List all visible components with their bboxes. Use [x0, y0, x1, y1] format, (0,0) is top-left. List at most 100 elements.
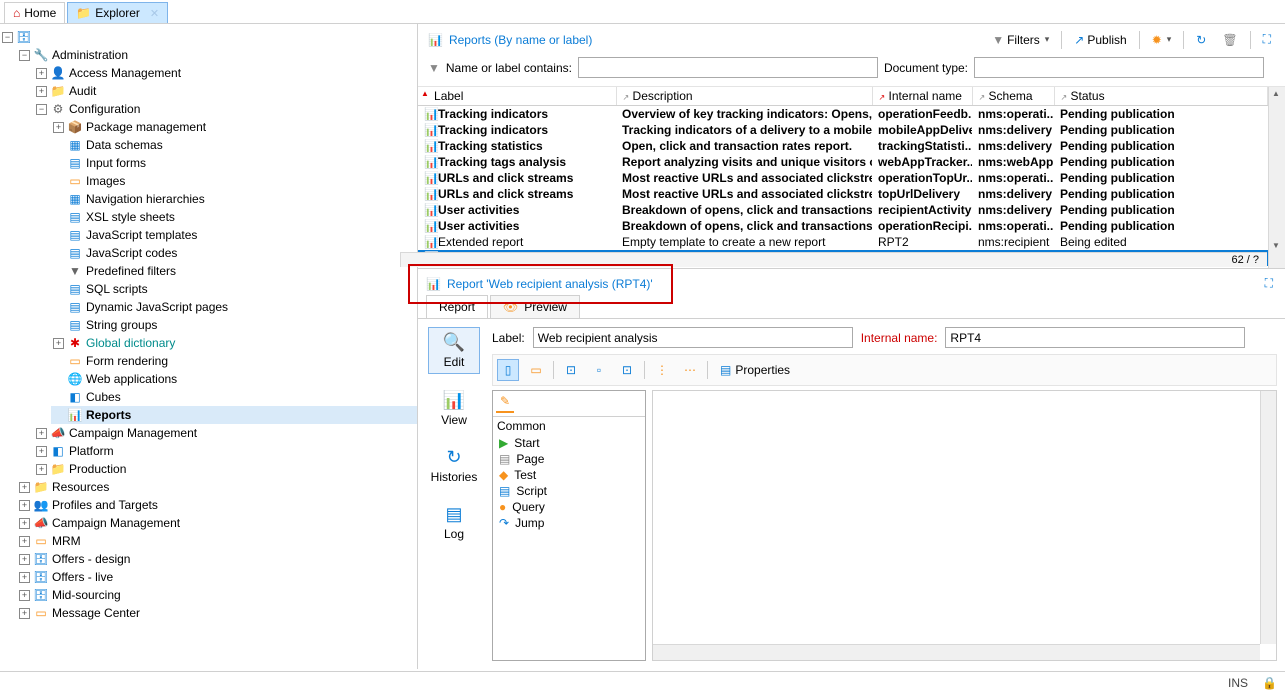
- expand-icon[interactable]: +: [19, 590, 30, 601]
- table-row[interactable]: 📊URLs and click streamsMost reactive URL…: [418, 186, 1268, 202]
- expand-icon[interactable]: +: [19, 554, 30, 565]
- layout-1-button[interactable]: ▯: [497, 359, 519, 381]
- expand-icon[interactable]: +: [19, 608, 30, 619]
- align-2-button[interactable]: ▫: [588, 359, 610, 381]
- tree-message-center[interactable]: +▭Message Center: [17, 604, 417, 622]
- tree-offers-live[interactable]: +🗄Offers - live: [17, 568, 417, 586]
- tree-mid-sourcing[interactable]: +🗄Mid-sourcing: [17, 586, 417, 604]
- more-2-button[interactable]: ⋯: [679, 359, 701, 381]
- properties-button[interactable]: ▤Properties: [714, 359, 796, 381]
- table-row[interactable]: 📊Tracking statisticsOpen, click and tran…: [418, 138, 1268, 154]
- expand-icon[interactable]: +: [36, 446, 47, 457]
- tree-administration[interactable]: −🔧Administration: [17, 46, 417, 64]
- tree-js-templates[interactable]: ▤JavaScript templates: [51, 226, 417, 244]
- tab-home[interactable]: ⌂ Home: [4, 2, 65, 23]
- collapse-icon[interactable]: −: [2, 32, 13, 43]
- tree-predef-filters[interactable]: ▼Predefined filters: [51, 262, 417, 280]
- internal-name-input[interactable]: [945, 327, 1245, 348]
- tree-input-forms[interactable]: ▤Input forms: [51, 154, 417, 172]
- table-row[interactable]: 📊Tracking indicatorsTracking indicators …: [418, 122, 1268, 138]
- expand-icon[interactable]: ⛶: [1265, 276, 1273, 291]
- layout-2-button[interactable]: ▭: [525, 359, 547, 381]
- doctype-input[interactable]: [974, 57, 1264, 78]
- tree-cubes[interactable]: ◧Cubes: [51, 388, 417, 406]
- table-row[interactable]: 📊URLs and click streamsMost reactive URL…: [418, 170, 1268, 186]
- v-scrollbar[interactable]: [1260, 391, 1276, 644]
- publish-button[interactable]: ↗Publish: [1070, 31, 1130, 49]
- name-filter-input[interactable]: [578, 57, 878, 78]
- table-row[interactable]: 📊Tracking indicatorsOverview of key trac…: [418, 106, 1268, 122]
- tree-audit[interactable]: +📁Audit: [34, 82, 417, 100]
- tree-access-mgmt[interactable]: +👤Access Management: [34, 64, 417, 82]
- table-row[interactable]: 📊Extended reportEmpty template to create…: [418, 234, 1268, 250]
- tree-resources[interactable]: +📁Resources: [17, 478, 417, 496]
- tree-js-codes[interactable]: ▤JavaScript codes: [51, 244, 417, 262]
- workflow-canvas[interactable]: [652, 390, 1277, 661]
- palette-page[interactable]: ▤Page: [493, 451, 645, 467]
- refresh-button[interactable]: ↻: [1192, 31, 1210, 49]
- align-1-button[interactable]: ⊡: [560, 359, 582, 381]
- tree-xsl[interactable]: ▤XSL style sheets: [51, 208, 417, 226]
- tree-root[interactable]: −🗄: [0, 28, 417, 46]
- col-internal[interactable]: ↗ Internal name: [872, 87, 972, 106]
- align-3-button[interactable]: ⊡: [616, 359, 638, 381]
- expand-icon[interactable]: +: [19, 518, 30, 529]
- new-button[interactable]: ✹: [1148, 31, 1176, 49]
- col-status[interactable]: ↗ Status: [1054, 87, 1268, 106]
- table-row[interactable]: 📊User activitiesBreakdown of opens, clic…: [418, 202, 1268, 218]
- tree-campaign-mgmt2[interactable]: +📣Campaign Management: [17, 514, 417, 532]
- palette-tab[interactable]: ✎: [493, 391, 645, 417]
- palette-jump[interactable]: ↷Jump: [493, 515, 645, 531]
- tool-log[interactable]: ▤Log: [428, 500, 480, 545]
- close-icon[interactable]: ✕: [150, 7, 159, 20]
- tree-mrm[interactable]: +▭MRM: [17, 532, 417, 550]
- expand-icon[interactable]: +: [53, 338, 64, 349]
- tree-images[interactable]: ▭Images: [51, 172, 417, 190]
- table-row[interactable]: 📊User activitiesBreakdown of opens, clic…: [418, 218, 1268, 234]
- col-desc[interactable]: ↗ Description: [616, 87, 872, 106]
- tree-string-groups[interactable]: ▤String groups: [51, 316, 417, 334]
- tree-dyn-jsp[interactable]: ▤Dynamic JavaScript pages: [51, 298, 417, 316]
- tree-global-dict[interactable]: +✱Global dictionary: [51, 334, 417, 352]
- expand-icon[interactable]: +: [19, 482, 30, 493]
- h-scrollbar[interactable]: [653, 644, 1260, 660]
- expand-icon[interactable]: +: [36, 464, 47, 475]
- tree-sql-scripts[interactable]: ▤SQL scripts: [51, 280, 417, 298]
- tree-offers-design[interactable]: +🗄Offers - design: [17, 550, 417, 568]
- palette-test[interactable]: ◆Test: [493, 467, 645, 483]
- more-1-button[interactable]: ⋮: [651, 359, 673, 381]
- collapse-icon[interactable]: −: [19, 50, 30, 61]
- grid-scrollbar[interactable]: [1268, 87, 1285, 268]
- expand-icon[interactable]: +: [36, 86, 47, 97]
- tool-histories[interactable]: ↻Histories: [428, 443, 480, 488]
- tree-web-apps[interactable]: 🌐Web applications: [51, 370, 417, 388]
- tree-production[interactable]: +📁Production: [34, 460, 417, 478]
- palette-query[interactable]: ●Query: [493, 499, 645, 515]
- tool-view[interactable]: 📊View: [428, 386, 480, 431]
- delete-button[interactable]: 🗑: [1218, 31, 1241, 49]
- expand-icon[interactable]: +: [36, 428, 47, 439]
- tool-edit[interactable]: 🔍Edit: [428, 327, 480, 374]
- tree-package-mgmt[interactable]: +📦Package management: [51, 118, 417, 136]
- tree-configuration[interactable]: −⚙Configuration: [34, 100, 417, 118]
- tab-explorer[interactable]: 📁 Explorer ✕: [67, 2, 168, 23]
- expand-icon[interactable]: +: [19, 572, 30, 583]
- tree-profiles-targets[interactable]: +👥Profiles and Targets: [17, 496, 417, 514]
- label-input[interactable]: [533, 327, 853, 348]
- expand-icon[interactable]: +: [19, 536, 30, 547]
- tree-platform[interactable]: +◧Platform: [34, 442, 417, 460]
- tree-form-rendering[interactable]: ▭Form rendering: [51, 352, 417, 370]
- expand-button[interactable]: ⛶: [1259, 30, 1275, 49]
- expand-icon[interactable]: +: [19, 500, 30, 511]
- tree-nav-hier[interactable]: ▦Navigation hierarchies: [51, 190, 417, 208]
- subtab-report[interactable]: Report: [426, 295, 488, 318]
- col-label[interactable]: ▲ Label: [418, 87, 616, 106]
- palette-script[interactable]: ▤Script: [493, 483, 645, 499]
- expand-icon[interactable]: +: [53, 122, 64, 133]
- subtab-preview[interactable]: 👁Preview: [490, 295, 580, 318]
- collapse-icon[interactable]: −: [36, 104, 47, 115]
- tree-reports[interactable]: 📊Reports: [51, 406, 417, 424]
- tree-campaign-mgmt[interactable]: +📣Campaign Management: [34, 424, 417, 442]
- filters-button[interactable]: ▼Filters: [988, 31, 1053, 49]
- col-schema[interactable]: ↗ Schema: [972, 87, 1054, 106]
